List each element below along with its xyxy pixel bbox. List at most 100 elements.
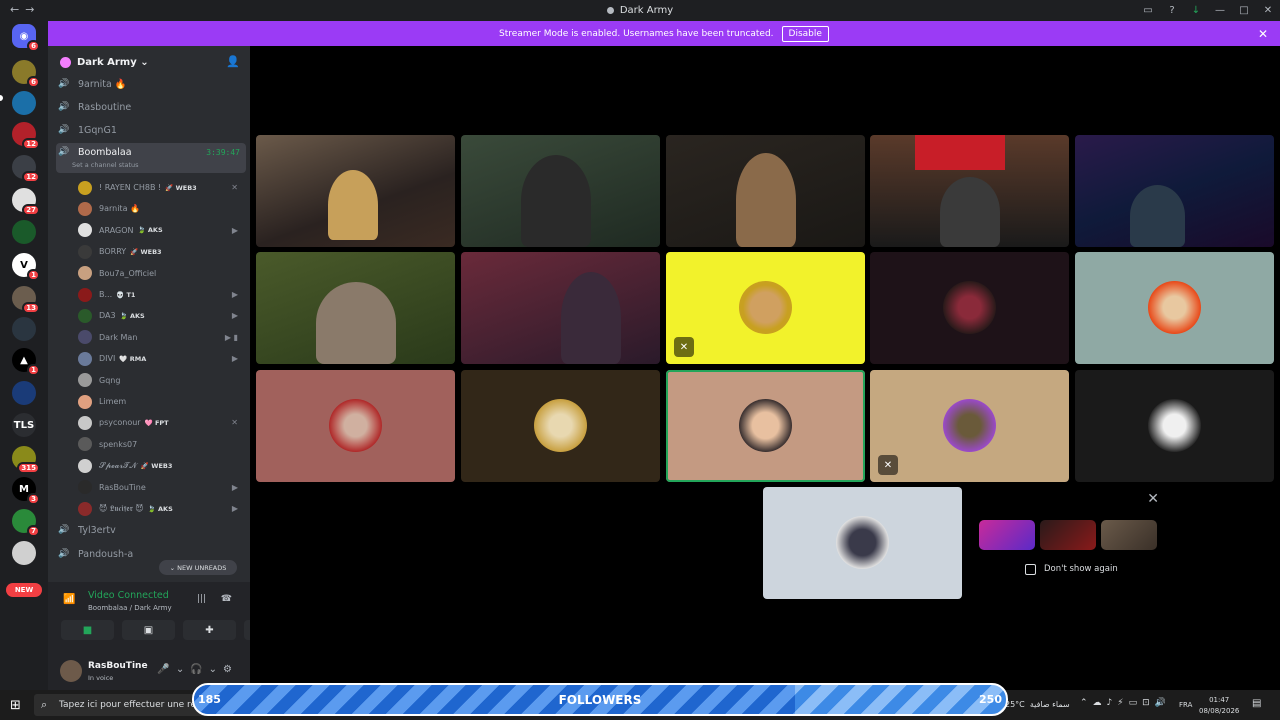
server-icon[interactable]: TLS: [12, 413, 36, 437]
system-tray[interactable]: ⌃☁♪⚡▭⊡🔊: [1080, 698, 1171, 708]
voice-member[interactable]: RasBouTine ▶: [78, 477, 246, 498]
weather-widget[interactable]: 25°C سماء صافية: [1005, 700, 1070, 709]
windows-start-icon[interactable]: ⊞: [10, 698, 21, 713]
dont-show-checkbox[interactable]: [1025, 564, 1036, 575]
download-icon[interactable]: ↓: [1184, 5, 1208, 16]
close-button[interactable]: ✕: [1256, 5, 1280, 16]
server-icon[interactable]: 12: [12, 155, 40, 183]
status-icon: ▶: [231, 290, 238, 299]
video-tile[interactable]: [666, 135, 865, 247]
language-indicator[interactable]: FRA: [1179, 701, 1192, 709]
video-tile[interactable]: [461, 135, 660, 247]
user-controls[interactable]: 🎤⌄🎧⌄⚙: [157, 664, 238, 675]
server-icon[interactable]: 7: [12, 509, 40, 537]
activity-thumbnail[interactable]: [1040, 520, 1096, 550]
server-icon[interactable]: [12, 381, 36, 405]
screen-share-button[interactable]: ▣: [122, 620, 175, 640]
new-unreads-pill[interactable]: ⌄ NEW UNREADS: [159, 560, 237, 575]
disconnect-icon[interactable]: ☎: [221, 594, 232, 604]
home-button[interactable]: ◉ 6: [12, 24, 40, 52]
help-icon[interactable]: ?: [1160, 5, 1184, 16]
voice-member[interactable]: spenks07: [78, 434, 246, 455]
server-icon[interactable]: V1: [12, 253, 40, 281]
activity-thumbnail[interactable]: [1101, 520, 1157, 550]
avatar: [78, 266, 92, 281]
server-icon[interactable]: [12, 220, 36, 244]
voice-member[interactable]: B... 💀 T1 ▶: [78, 284, 246, 305]
inbox-icon[interactable]: ▭: [1136, 5, 1160, 16]
server-icon[interactable]: ▲ 1: [12, 348, 40, 376]
server-icon[interactable]: 12: [12, 122, 40, 150]
voice-member[interactable]: 9arnita 🔥: [78, 198, 246, 219]
member-tag: 🚀 WEB3: [165, 183, 197, 192]
voice-member[interactable]: 𝓢𝓹𝓮𝓪𝓻𝓣𝓝 🚀 WEB3: [78, 455, 246, 476]
badge: 315: [17, 462, 40, 474]
minimize-button[interactable]: —: [1208, 5, 1232, 16]
server-icon[interactable]: 27: [12, 188, 40, 216]
voice-member[interactable]: BORRY 🚀 WEB3: [78, 241, 246, 262]
video-tile-avatar[interactable]: ✕: [666, 252, 865, 364]
video-tile[interactable]: [1075, 135, 1274, 247]
voice-member[interactable]: ! RAYEN CH8B ! 🚀 WEB3 ✕: [78, 177, 246, 198]
camera-button[interactable]: ■: [61, 620, 114, 640]
channel-name: Boombalaa: [78, 147, 132, 158]
voice-member[interactable]: ARAGON 🍃 AKS ▶: [78, 220, 246, 241]
voice-channel[interactable]: 🔊 Tyl3ertv: [56, 520, 246, 540]
close-icon[interactable]: ✕: [1147, 491, 1159, 507]
new-servers-badge[interactable]: NEW: [6, 583, 42, 597]
close-icon[interactable]: ✕: [1258, 27, 1268, 41]
signal-icon[interactable]: 📶: [63, 594, 75, 605]
voice-channel[interactable]: 🔊 9arnita 🔥: [56, 74, 246, 94]
maximize-button[interactable]: □: [1232, 5, 1256, 16]
voice-channel[interactable]: 🔊 1GqnG1: [56, 120, 246, 140]
noise-suppression-icon[interactable]: |||: [197, 594, 206, 604]
avatar: [739, 399, 792, 452]
status-icon: ▶: [231, 482, 238, 492]
video-tile-avatar[interactable]: ✕: [870, 370, 1069, 482]
notification-icon[interactable]: ▤: [1252, 698, 1261, 709]
server-icon[interactable]: [12, 317, 36, 341]
voice-member[interactable]: DIVI 🤍 RMA ▶: [78, 348, 246, 369]
server-icon[interactable]: 315: [12, 446, 40, 474]
disable-button[interactable]: Disable: [781, 25, 829, 42]
video-tile-avatar[interactable]: [1075, 370, 1274, 482]
voice-member[interactable]: Bou7a_Officiel: [78, 263, 246, 284]
server-icon[interactable]: M3: [12, 477, 40, 505]
voice-member[interactable]: psyconour 🩷 FPT ✕: [78, 412, 246, 433]
video-tile[interactable]: [256, 252, 455, 364]
guild-name: Dark Army: [77, 56, 137, 68]
voice-member[interactable]: Gqng: [78, 370, 246, 391]
server-icon[interactable]: [12, 91, 36, 115]
channel-status[interactable]: Set a channel status: [72, 161, 139, 169]
video-tile-avatar[interactable]: [1075, 252, 1274, 364]
server-icon[interactable]: [12, 541, 36, 565]
voice-member[interactable]: DA3 🍃 AKS ▶: [78, 305, 246, 326]
unread-pill: [0, 95, 3, 101]
video-tile[interactable]: [256, 135, 455, 247]
avatar: [739, 281, 792, 334]
invite-icon[interactable]: 👤: [226, 55, 240, 68]
voice-member[interactable]: Limem: [78, 391, 246, 412]
voice-status: Video Connected: [88, 590, 169, 601]
avatar[interactable]: [60, 660, 82, 682]
server-icon[interactable]: 6: [12, 60, 40, 88]
voice-member[interactable]: 😈 𝕷𝖚𝖈𝖎𝖋𝖊𝖗 😈 🍃 AKS ▶: [78, 498, 246, 519]
voice-member[interactable]: Dark Man ▶ ▮: [78, 327, 246, 348]
channel-name: Tyl3ertv: [78, 524, 116, 536]
video-tile[interactable]: [870, 135, 1069, 247]
voice-channel[interactable]: 🔊 Rasboutine: [56, 97, 246, 117]
activity-thumbnail[interactable]: [979, 520, 1035, 550]
clock[interactable]: 01:47 08/08/2026: [1199, 695, 1239, 717]
avatar: [78, 415, 92, 430]
server-icon[interactable]: 13: [12, 286, 40, 314]
activities-button[interactable]: ✚: [183, 620, 236, 640]
video-tile-speaking[interactable]: [666, 370, 865, 482]
video-tile-avatar[interactable]: [870, 252, 1069, 364]
banner-text: Streamer Mode is enabled. Usernames have…: [499, 28, 774, 39]
video-tile-avatar[interactable]: [461, 370, 660, 482]
taskbar-search[interactable]: ⌕ Tapez ici pour effectuer une recherche: [34, 694, 209, 716]
video-tile[interactable]: [461, 252, 660, 364]
voice-channel-active[interactable]: 🔊 Boombalaa 3:39:47 Set a channel status: [56, 143, 246, 173]
video-tile-avatar[interactable]: [763, 487, 962, 599]
video-tile-avatar[interactable]: [256, 370, 455, 482]
